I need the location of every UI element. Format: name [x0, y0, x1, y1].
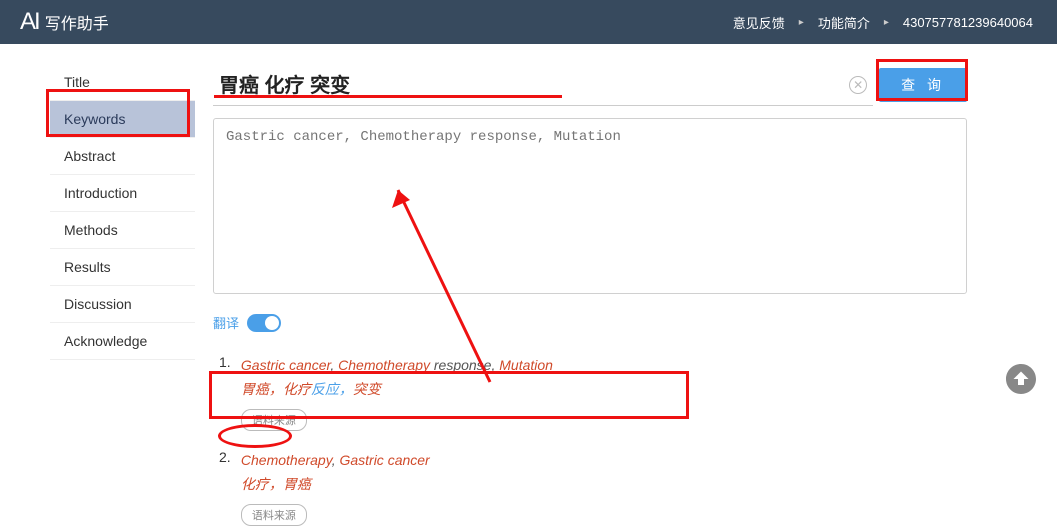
header-link-features[interactable]: 功能简介 — [814, 13, 874, 32]
header-separator: ▸ — [799, 17, 804, 28]
output-textarea[interactable] — [213, 118, 967, 294]
main-panel: ✕ 查 询 翻译 1. Gastric cancer, Chemotherapy… — [195, 44, 1057, 522]
translate-toggle[interactable] — [247, 314, 281, 332]
logo-product-text: 写作助手 — [45, 10, 109, 34]
clear-icon[interactable]: ✕ — [849, 76, 867, 94]
logo-ai-text: AI — [20, 8, 39, 36]
query-button[interactable]: 查 询 — [879, 68, 967, 102]
source-button[interactable]: 语料来源 — [241, 409, 307, 431]
result-number: 1. — [219, 354, 237, 370]
header-separator: ▸ — [884, 17, 889, 28]
sidebar-item-results[interactable]: Results — [50, 249, 195, 286]
result-item: 1. Gastric cancer, Chemotherapy response… — [213, 354, 967, 431]
sidebar-item-keywords[interactable]: Keywords — [50, 101, 195, 138]
result-english: Gastric cancer, Chemotherapy response, M… — [241, 354, 553, 376]
search-box: ✕ — [213, 64, 873, 106]
result-chinese: 化疗，胃癌 — [241, 473, 430, 495]
header-link-userid[interactable]: 430757781239640064 — [899, 15, 1037, 30]
sidebar-item-acknowledge[interactable]: Acknowledge — [50, 323, 195, 360]
search-input[interactable] — [213, 64, 873, 105]
header-link-feedback[interactable]: 意见反馈 — [729, 13, 789, 32]
result-chinese: 胃癌，化疗反应，突变 — [241, 378, 553, 400]
sidebar-item-title[interactable]: Title — [50, 64, 195, 101]
result-number: 2. — [219, 449, 237, 465]
app-logo: AI 写作助手 — [20, 8, 109, 36]
result-item: 2. Chemotherapy, Gastric cancer 化疗，胃癌 语料… — [213, 449, 967, 526]
result-english: Chemotherapy, Gastric cancer — [241, 449, 430, 471]
sidebar-item-introduction[interactable]: Introduction — [50, 175, 195, 212]
sidebar: Title Keywords Abstract Introduction Met… — [0, 44, 195, 522]
scroll-top-button[interactable] — [1003, 361, 1039, 402]
app-header: AI 写作助手 意见反馈 ▸ 功能简介 ▸ 430757781239640064 — [0, 0, 1057, 44]
sidebar-item-abstract[interactable]: Abstract — [50, 138, 195, 175]
translate-label: 翻译 — [213, 313, 239, 332]
sidebar-item-discussion[interactable]: Discussion — [50, 286, 195, 323]
source-button[interactable]: 语料来源 — [241, 504, 307, 526]
sidebar-item-methods[interactable]: Methods — [50, 212, 195, 249]
header-right: 意见反馈 ▸ 功能简介 ▸ 430757781239640064 — [729, 13, 1037, 32]
arrow-up-circle-icon — [1003, 361, 1039, 397]
results-list: 1. Gastric cancer, Chemotherapy response… — [213, 354, 967, 526]
